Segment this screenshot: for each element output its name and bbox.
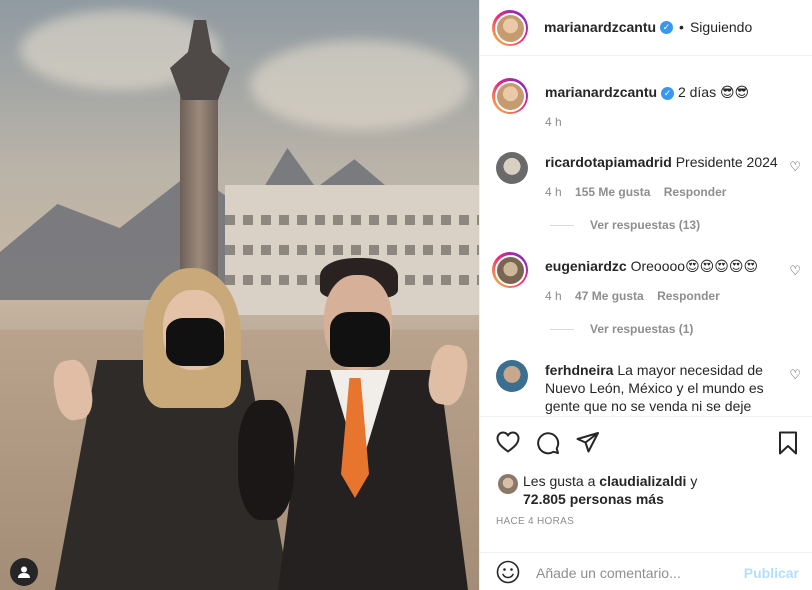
comment-username[interactable]: eugeniardzc: [545, 258, 627, 274]
verified-badge-icon: ✓: [661, 86, 675, 100]
comment-input[interactable]: Añade un comentario...: [536, 565, 681, 581]
comment-icon[interactable]: [536, 431, 560, 460]
comment-heart-icon[interactable]: ♡: [789, 159, 801, 175]
caption: marianardzcantu ✓ 2 días 😎😎: [545, 83, 749, 101]
face-mask: [330, 312, 390, 367]
liker-avatar[interactable]: [498, 474, 518, 494]
likes-connector: y: [690, 473, 698, 489]
comment-heart-icon[interactable]: ♡: [789, 367, 801, 383]
comment-username[interactable]: ricardotapiamadrid: [545, 154, 672, 170]
follow-status-button[interactable]: Siguiendo: [690, 19, 752, 35]
emoji-icon[interactable]: [496, 560, 520, 589]
user-tag-icon[interactable]: [10, 558, 38, 586]
comment-time: 4 h: [545, 185, 562, 199]
cloud: [250, 40, 470, 130]
comment-likes[interactable]: 155 Me gusta: [575, 185, 650, 199]
comment-meta: 4 h 47 Me gusta Responder: [545, 289, 720, 303]
share-icon[interactable]: [576, 431, 600, 458]
comment-likes[interactable]: 47 Me gusta: [575, 289, 644, 303]
comment-meta: 4 h 155 Me gusta Responder: [545, 185, 726, 199]
author-avatar[interactable]: [492, 78, 528, 114]
verified-badge-icon: ✓: [660, 21, 674, 35]
action-bar: [480, 416, 812, 464]
author-username[interactable]: marianardzcantu: [544, 19, 656, 35]
author-avatar[interactable]: [492, 10, 528, 46]
puppy: [238, 400, 294, 520]
comment: ricardotapiamadrid Presidente 2024: [545, 153, 778, 171]
caption-text: 2 días 😎😎: [677, 84, 750, 100]
post-panel: marianardzcantu ✓ • Siguiendo marianardzcan…: [479, 0, 812, 590]
likes-summary: Les gusta a claudializaldi y 72.805 pers…: [523, 472, 697, 508]
commenter-avatar[interactable]: [496, 360, 528, 392]
comment: eugeniardzc Oreoooo😍😍😍😍😍: [545, 257, 758, 275]
comment-heart-icon[interactable]: ♡: [789, 263, 801, 279]
view-replies-button[interactable]: Ver respuestas (13): [550, 218, 700, 232]
likes-count[interactable]: 72.805 personas más: [523, 491, 664, 507]
comment-text: Oreoooo😍😍😍😍😍: [630, 258, 759, 274]
liked-by-username[interactable]: claudializaldi: [599, 473, 686, 489]
caption-time: 4 h: [545, 115, 562, 129]
comment-time: 4 h: [545, 289, 562, 303]
reply-button[interactable]: Responder: [657, 289, 720, 303]
add-comment-bar: Añade un comentario... Publicar: [480, 552, 812, 590]
separator-dot: •: [679, 19, 684, 35]
comment: ferhdneira La mayor necesidad de Nuevo L…: [545, 361, 775, 415]
reply-button[interactable]: Responder: [664, 185, 727, 199]
post-header: marianardzcantu ✓ • Siguiendo: [480, 0, 812, 56]
view-replies-button[interactable]: Ver respuestas (1): [550, 322, 693, 336]
commenter-avatar[interactable]: [496, 152, 528, 184]
comments-list[interactable]: marianardzcantu ✓ 2 días 😎😎 4 h ricardota…: [480, 56, 812, 416]
post-photo[interactable]: [0, 0, 479, 590]
post-time[interactable]: HACE 4 HORAS: [496, 516, 574, 527]
caption-username[interactable]: marianardzcantu: [545, 84, 657, 100]
publish-button[interactable]: Publicar: [744, 565, 799, 581]
comment-text: Presidente 2024: [675, 154, 778, 170]
heart-icon[interactable]: [496, 431, 520, 458]
comment-username[interactable]: ferhdneira: [545, 362, 613, 378]
commenter-avatar[interactable]: [492, 252, 528, 288]
face-mask: [166, 318, 224, 366]
bookmark-icon[interactable]: [778, 431, 798, 460]
likes-prefix: Les gusta a: [523, 473, 596, 489]
